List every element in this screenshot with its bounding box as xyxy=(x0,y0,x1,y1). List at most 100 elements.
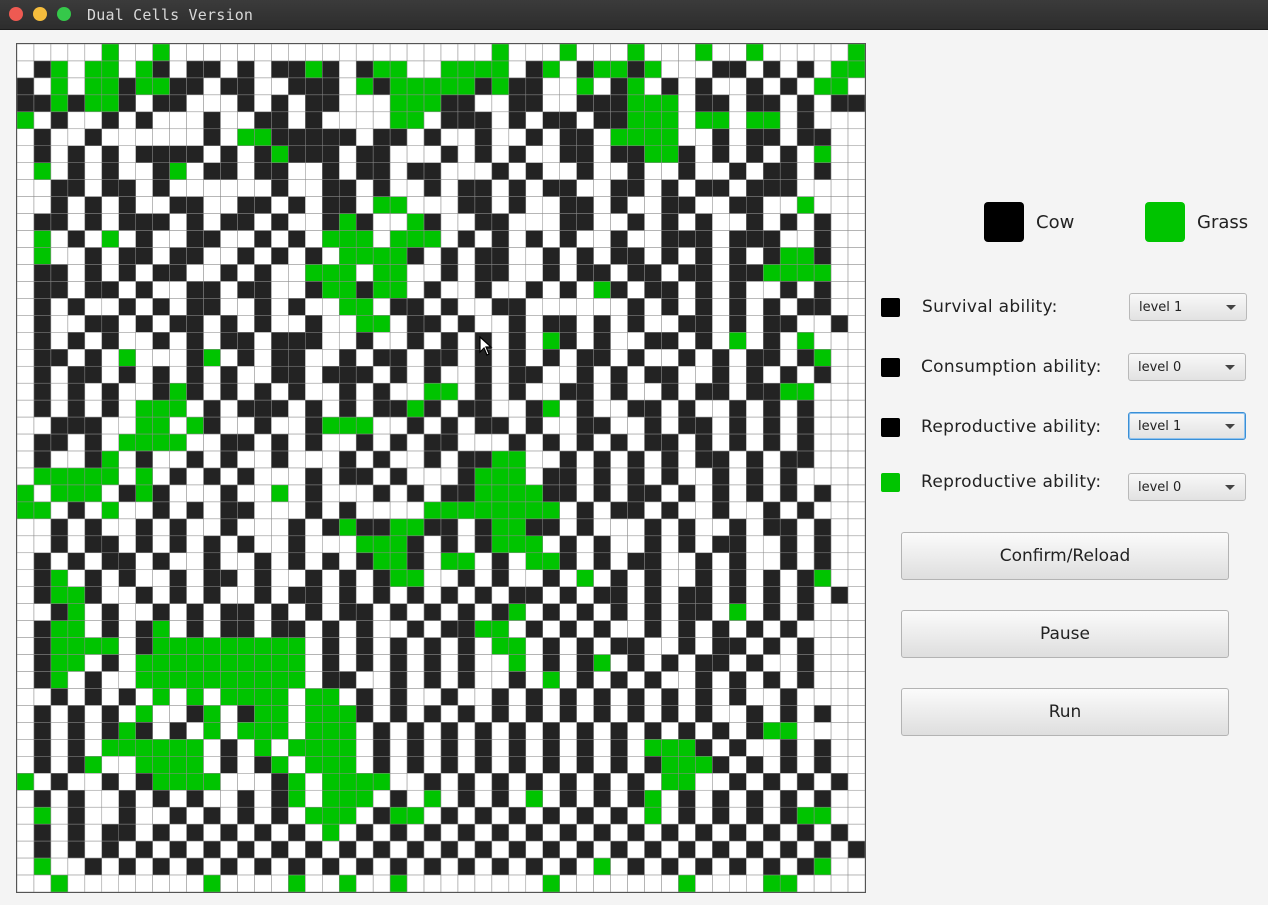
empty-cell[interactable] xyxy=(355,806,374,825)
cow-cell[interactable] xyxy=(474,196,493,214)
empty-cell[interactable] xyxy=(203,433,221,452)
cow-cell[interactable] xyxy=(457,111,476,130)
empty-cell[interactable] xyxy=(254,247,272,265)
empty-cell[interactable] xyxy=(254,179,272,197)
cow-cell[interactable] xyxy=(661,705,679,723)
grass-cell[interactable] xyxy=(118,739,136,757)
cow-cell[interactable] xyxy=(135,620,153,638)
cow-cell[interactable] xyxy=(746,484,764,503)
cow-cell[interactable] xyxy=(729,857,747,876)
empty-cell[interactable] xyxy=(254,501,272,520)
empty-cell[interactable] xyxy=(423,145,442,163)
empty-cell[interactable] xyxy=(457,349,476,367)
empty-cell[interactable] xyxy=(135,874,153,892)
empty-cell[interactable] xyxy=(542,773,560,791)
cow-cell[interactable] xyxy=(338,179,357,197)
empty-cell[interactable] xyxy=(779,857,798,876)
grass-cell[interactable] xyxy=(644,128,662,147)
empty-cell[interactable] xyxy=(712,586,730,604)
empty-cell[interactable] xyxy=(559,433,577,452)
grass-cell[interactable] xyxy=(254,654,272,672)
empty-cell[interactable] xyxy=(84,806,103,825)
cow-cell[interactable] xyxy=(559,315,577,333)
empty-cell[interactable] xyxy=(644,196,662,214)
grass-cell[interactable] xyxy=(678,773,696,791)
cow-cell[interactable] xyxy=(237,840,255,859)
cow-cell[interactable] xyxy=(678,484,696,503)
cow-cell[interactable] xyxy=(779,484,798,503)
empty-cell[interactable] xyxy=(254,603,272,621)
empty-cell[interactable] xyxy=(830,332,849,350)
empty-cell[interactable] xyxy=(152,874,170,892)
empty-cell[interactable] xyxy=(576,44,594,62)
cow-cell[interactable] xyxy=(355,162,374,180)
empty-cell[interactable] xyxy=(288,501,306,520)
empty-cell[interactable] xyxy=(712,196,730,214)
empty-cell[interactable] xyxy=(593,637,611,655)
grass-cell[interactable] xyxy=(101,230,120,248)
cow-cell[interactable] xyxy=(729,247,747,265)
empty-cell[interactable] xyxy=(525,806,544,825)
empty-cell[interactable] xyxy=(830,111,849,130)
cow-cell[interactable] xyxy=(695,230,713,248)
cow-cell[interactable] xyxy=(610,671,628,689)
grass-cell[interactable] xyxy=(322,756,340,774)
empty-cell[interactable] xyxy=(559,60,577,79)
grass-cell[interactable] xyxy=(372,247,391,265)
empty-cell[interactable] xyxy=(50,315,69,333)
empty-cell[interactable] xyxy=(389,722,408,740)
empty-cell[interactable] xyxy=(695,535,713,554)
empty-cell[interactable] xyxy=(576,111,594,130)
grass-cell[interactable] xyxy=(406,806,425,825)
empty-cell[interactable] xyxy=(50,823,69,842)
cow-cell[interactable] xyxy=(813,247,832,265)
grass-reproductive-ability-select[interactable]: level 0 xyxy=(1128,473,1246,501)
empty-cell[interactable] xyxy=(678,281,696,299)
cow-cell[interactable] xyxy=(508,722,527,740)
grass-cell[interactable] xyxy=(542,671,560,689)
cow-cell[interactable] xyxy=(101,179,120,197)
empty-cell[interactable] xyxy=(338,315,357,333)
empty-cell[interactable] xyxy=(237,739,255,757)
cow-cell[interactable] xyxy=(457,823,476,842)
cow-cell[interactable] xyxy=(101,823,120,842)
cow-cell[interactable] xyxy=(746,789,764,808)
cow-cell[interactable] xyxy=(33,349,52,367)
empty-cell[interactable] xyxy=(135,823,153,842)
empty-cell[interactable] xyxy=(423,620,442,638)
empty-cell[interactable] xyxy=(576,857,594,876)
empty-cell[interactable] xyxy=(17,857,35,876)
grass-cell[interactable] xyxy=(457,60,476,79)
cow-cell[interactable] xyxy=(406,535,425,554)
cow-cell[interactable] xyxy=(830,586,849,604)
cow-cell[interactable] xyxy=(627,484,645,503)
cow-cell[interactable] xyxy=(67,162,86,180)
cow-cell[interactable] xyxy=(610,722,628,740)
empty-cell[interactable] xyxy=(762,535,781,554)
empty-cell[interactable] xyxy=(440,399,459,418)
grass-cell[interactable] xyxy=(288,671,306,689)
grass-cell[interactable] xyxy=(237,654,255,672)
empty-cell[interactable] xyxy=(406,60,425,79)
cow-cell[interactable] xyxy=(254,281,272,299)
cow-cell[interactable] xyxy=(762,60,781,79)
empty-cell[interactable] xyxy=(729,349,747,367)
cow-cell[interactable] xyxy=(712,94,730,113)
empty-cell[interactable] xyxy=(830,722,849,740)
empty-cell[interactable] xyxy=(729,467,747,486)
cow-cell[interactable] xyxy=(423,162,442,180)
cow-cell[interactable] xyxy=(779,467,798,486)
empty-cell[interactable] xyxy=(678,654,696,672)
empty-cell[interactable] xyxy=(576,688,594,706)
empty-cell[interactable] xyxy=(474,230,493,248)
empty-cell[interactable] xyxy=(525,264,544,282)
cow-cell[interactable] xyxy=(440,806,459,825)
cow-cell[interactable] xyxy=(762,637,781,655)
grass-cell[interactable] xyxy=(67,467,86,486)
empty-cell[interactable] xyxy=(288,399,306,418)
empty-cell[interactable] xyxy=(610,315,628,333)
empty-cell[interactable] xyxy=(661,552,679,571)
cow-cell[interactable] xyxy=(169,467,187,486)
empty-cell[interactable] xyxy=(33,603,52,621)
empty-cell[interactable] xyxy=(644,213,662,231)
